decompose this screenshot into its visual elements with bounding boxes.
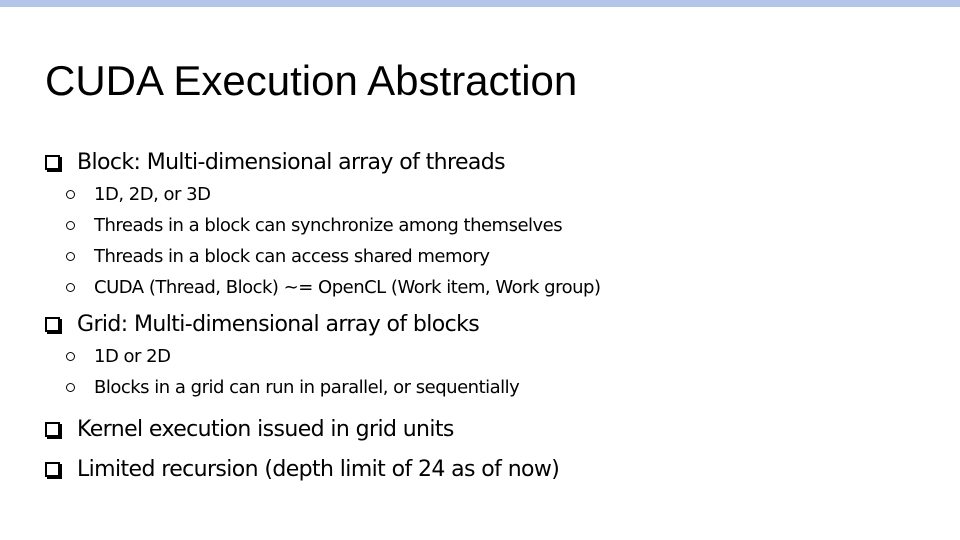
bullet-kernel: Kernel execution issued in grid units [45,409,925,449]
checkbox-square-icon [45,461,60,477]
sub-bullet: Threads in a block can synchronize among… [45,210,925,241]
top-accent-bar [0,0,960,7]
bullet-block: Block: Multi-dimensional array of thread… [45,145,925,179]
sub-bullet-text: 1D, 2D, or 3D [94,184,211,205]
sub-bullet: 1D, 2D, or 3D [45,179,925,210]
slide-title: CUDA Execution Abstraction [45,57,578,104]
hollow-circle-icon [66,221,75,230]
checkbox-square-icon [45,154,60,170]
bullet-text: Limited recursion (depth limit of 24 as … [77,456,560,482]
bullet-recursion: Limited recursion (depth limit of 24 as … [45,449,925,489]
hollow-circle-icon [66,383,75,392]
hollow-circle-icon [66,352,75,361]
bullet-grid: Grid: Multi-dimensional array of blocks [45,307,925,341]
sub-bullet: CUDA (Thread, Block) ~= OpenCL (Work ite… [45,272,925,303]
sub-bullet-text: Threads in a block can access shared mem… [94,246,490,267]
bullet-list: Block: Multi-dimensional array of thread… [45,145,925,489]
sub-bullet: Blocks in a grid can run in parallel, or… [45,372,925,403]
sub-bullet-text: Threads in a block can synchronize among… [94,215,563,236]
sub-bullet: 1D or 2D [45,341,925,372]
sub-bullet-text: 1D or 2D [94,346,171,367]
bullet-text: Grid: Multi-dimensional array of blocks [77,311,480,337]
sub-bullet-text: Blocks in a grid can run in parallel, or… [94,377,520,398]
checkbox-square-icon [45,316,60,332]
sub-bullet: Threads in a block can access shared mem… [45,241,925,272]
hollow-circle-icon [66,190,75,199]
checkbox-square-icon [45,421,60,437]
hollow-circle-icon [66,252,75,261]
hollow-circle-icon [66,283,75,292]
bullet-text: Kernel execution issued in grid units [77,416,454,442]
sub-bullet-text: CUDA (Thread, Block) ~= OpenCL (Work ite… [94,277,601,298]
bullet-text: Block: Multi-dimensional array of thread… [77,149,506,175]
